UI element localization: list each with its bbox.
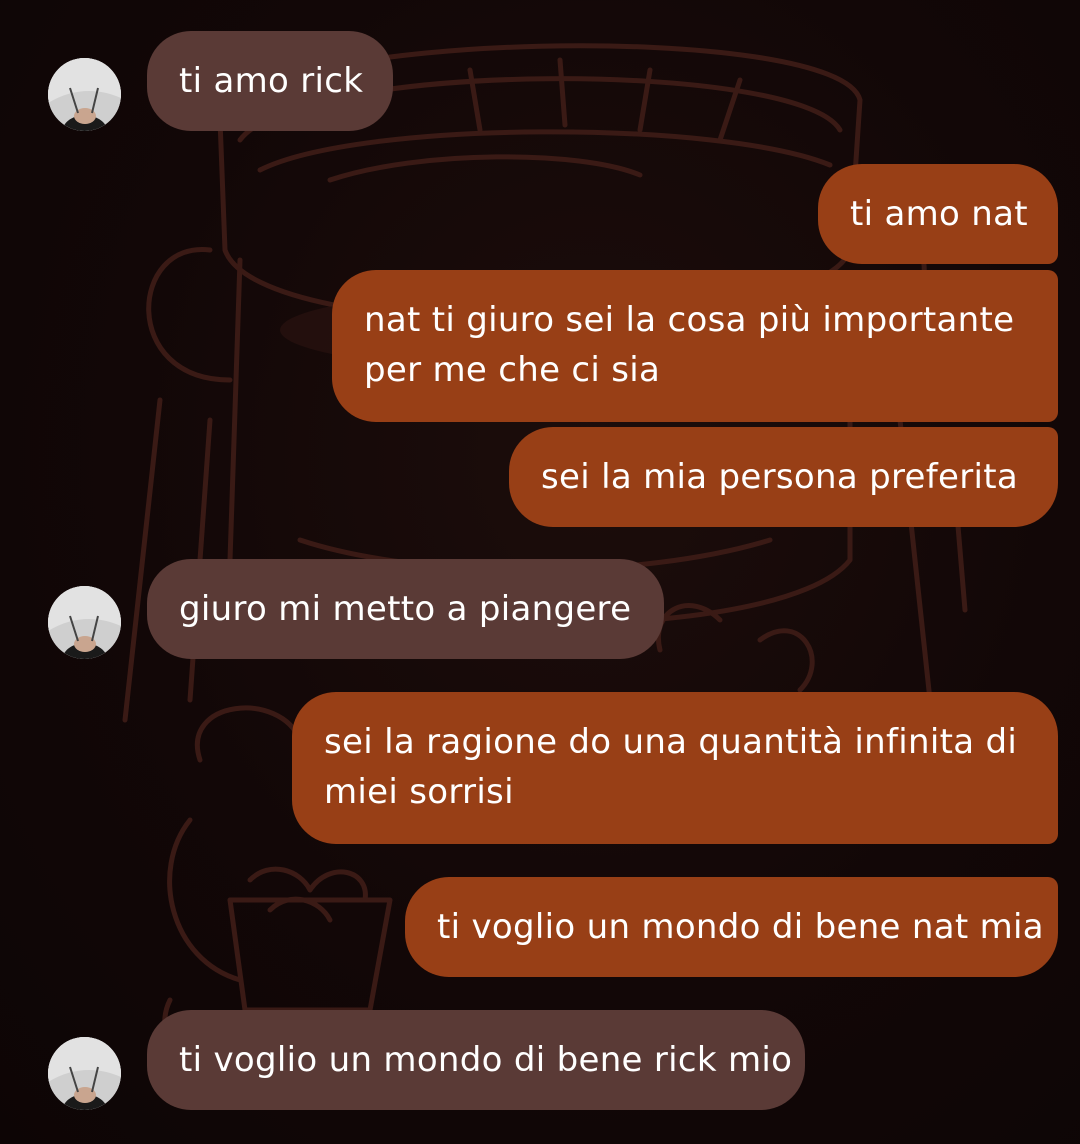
- avatar-photo-icon: [48, 586, 121, 659]
- chat-view[interactable]: ti amo rick ti amo nat nat ti giuro sei …: [0, 0, 1080, 1144]
- message-bubble-outgoing[interactable]: nat ti giuro sei la cosa più importante …: [332, 270, 1058, 422]
- avatar-photo-icon: [48, 58, 121, 131]
- avatar-photo-icon: [48, 1037, 121, 1110]
- contact-avatar[interactable]: [48, 58, 121, 131]
- message-bubble-incoming[interactable]: ti voglio un mondo di bene rick mio: [147, 1010, 805, 1110]
- message-bubble-incoming[interactable]: giuro mi metto a piangere: [147, 559, 664, 659]
- message-bubble-incoming[interactable]: ti amo rick: [147, 31, 393, 131]
- message-bubble-outgoing[interactable]: ti amo nat: [818, 164, 1058, 264]
- message-bubble-outgoing[interactable]: sei la mia persona preferita: [509, 427, 1058, 527]
- contact-avatar[interactable]: [48, 1037, 121, 1110]
- contact-avatar[interactable]: [48, 586, 121, 659]
- message-bubble-outgoing[interactable]: ti voglio un mondo di bene nat mia: [405, 877, 1058, 977]
- message-bubble-outgoing[interactable]: sei la ragione do una quantità infinita …: [292, 692, 1058, 844]
